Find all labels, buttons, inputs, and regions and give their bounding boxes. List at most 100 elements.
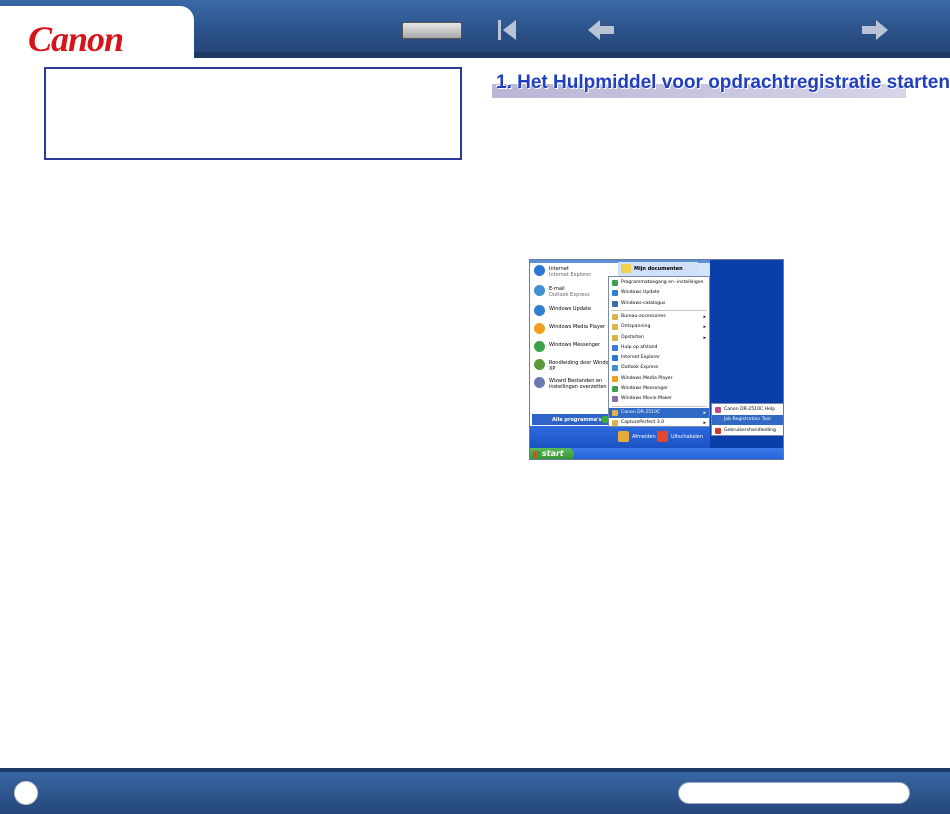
programs-menu-item[interactable]: Hulp op afstand [609, 343, 709, 353]
program-icon [612, 300, 618, 307]
submenu-item[interactable]: Gebruikershandleiding [712, 426, 783, 436]
programs-menu-item-label: Canon DR-2510C [621, 409, 661, 415]
logo-tab: Canon [0, 6, 194, 59]
all-programs-label: Alle programma's [552, 417, 602, 423]
programs-menu-item[interactable]: Windows Movie Maker [609, 394, 709, 404]
my-documents-item[interactable]: Mijn documenten [618, 262, 698, 276]
program-icon [612, 324, 618, 331]
start-menu-item-label: Wizard Bestanden en instellingen overzet… [549, 378, 607, 390]
program-icon [612, 365, 618, 372]
programs-menu-item[interactable]: Internet Explorer [609, 353, 709, 363]
footer-line [0, 768, 950, 772]
menu-separator [611, 405, 707, 407]
start-menu-item-label: Windows Messenger [549, 342, 601, 348]
programs-menu-item[interactable]: Windows Media Player [609, 374, 709, 384]
programs-menu-item[interactable]: Bureau-accessoires ▸ [609, 312, 709, 322]
arrow-right-icon[interactable] [860, 16, 890, 44]
transfer-wizard-icon [534, 377, 545, 388]
programs-menu-item-label: CapturePerfect 3.0 [621, 419, 665, 425]
program-icon [612, 313, 618, 320]
submenu-item-label: Gebruikershandleiding [724, 427, 776, 433]
programs-menu-item-label: Windows Messenger [621, 386, 668, 391]
start-button[interactable]: start [530, 448, 574, 459]
windows-flag-icon [533, 451, 540, 458]
folder-icon [621, 264, 631, 273]
start-menu-item[interactable]: Windows Update [532, 303, 618, 319]
submenu-item[interactable]: Canon DR-2510C Help [712, 405, 783, 415]
program-icon [612, 280, 618, 286]
start-menu-screenshot: Internet Internet Explorer E-mail Outlook E… [529, 259, 784, 460]
submenu-item-icon [715, 407, 721, 413]
programs-menu-item-label: Programmatoegang en -instellingen [621, 280, 704, 285]
programs-menu-item-label: Windows Update [621, 290, 660, 296]
programs-menu-item-label: Outlook Express [621, 365, 659, 371]
footer-pill[interactable] [678, 782, 910, 804]
start-menu-item[interactable]: Windows Messenger [532, 339, 618, 355]
taskbar: start [530, 448, 783, 459]
programs-menu-item-label: Hulp op afstand [621, 344, 658, 350]
program-icon [612, 334, 618, 341]
program-icon [612, 375, 618, 382]
all-programs-button[interactable]: Alle programma's [532, 414, 612, 425]
start-menu-item[interactable]: Rondleiding door Windows XP [532, 357, 618, 373]
submenu-item-icon [715, 427, 721, 434]
program-icon [612, 409, 618, 416]
programs-menu-item[interactable]: CapturePerfect 3.0 ▸ [609, 418, 709, 428]
key-icon [618, 431, 629, 442]
submenu-arrow-icon: ▸ [703, 324, 706, 331]
programs-menu-item-label: Windows-catalogus [621, 300, 666, 306]
submenu-arrow-icon: ▸ [703, 409, 706, 416]
program-icon [612, 396, 618, 403]
start-menu-item[interactable]: Windows Media Player [532, 321, 618, 337]
arrow-left-icon[interactable] [586, 16, 616, 44]
submenu-item-label: Job Registration Tool [724, 417, 771, 423]
programs-menu-item-label: Opstarten [621, 334, 644, 340]
start-menu-item[interactable]: Wizard Bestanden en instellingen overzet… [532, 375, 618, 391]
start-label: start [542, 449, 564, 458]
canon-submenu: Canon DR-2510C Help Job Registration Tool… [711, 403, 783, 436]
start-menu-item-sublabel: Internet Explorer [549, 272, 592, 278]
start-menu-item-label: Rondleiding door Windows XP [549, 360, 616, 372]
note-box [44, 67, 462, 160]
my-documents-label: Mijn documenten [634, 266, 683, 272]
messenger-icon [534, 341, 545, 352]
programs-menu-item-label: Bureau-accessoires [621, 313, 666, 319]
canon-logo: Canon [28, 19, 124, 59]
programs-menu-item[interactable]: Opstarten ▸ [609, 333, 709, 343]
shutdown-label: Uitschakelen [671, 434, 704, 440]
start-menu-item[interactable]: E-mail Outlook Express [532, 283, 618, 299]
page-number-badge [14, 781, 38, 805]
program-icon [612, 386, 618, 392]
submenu-item-label: Canon DR-2510C Help [724, 407, 776, 412]
program-icon [612, 290, 618, 297]
programs-menu-item-label: Internet Explorer [621, 355, 660, 361]
submenu-arrow-icon: ▸ [703, 313, 706, 320]
start-menu-footer: Afmelden Uitschakelen [530, 426, 710, 448]
submenu-item[interactable]: Job Registration Tool [712, 415, 783, 426]
start-menu-item[interactable]: Internet Internet Explorer [532, 263, 618, 279]
submenu-arrow-icon: ▸ [703, 334, 706, 341]
log-off-label: Afmelden [632, 434, 656, 440]
programs-menu-item[interactable]: Canon DR-2510C ▸ [609, 407, 709, 418]
programs-menu-item[interactable]: Windows Update [609, 288, 709, 298]
contents-button[interactable] [402, 22, 462, 39]
section-title: 1. Het Hulpmiddel voor opdrachtregistrat… [496, 72, 950, 93]
programs-menu-item[interactable]: Windows Messenger [609, 384, 709, 394]
program-icon [612, 344, 618, 351]
tour-icon [534, 359, 545, 370]
top-nav-bar: Canon [0, 0, 950, 59]
submenu-arrow-icon: ▸ [703, 419, 706, 426]
programs-menu-item[interactable]: Programmatoegang en -instellingen [609, 278, 709, 288]
programs-menu-item[interactable]: Windows-catalogus [609, 299, 709, 309]
programs-menu-item-label: Ontspanning [621, 324, 651, 330]
internet-explorer-icon [534, 265, 545, 276]
skip-to-first-icon[interactable] [494, 16, 524, 44]
bottom-bar [0, 768, 950, 814]
page: Canon 1. Het Hulpmiddel voor opdrachtreg… [0, 0, 950, 814]
submenu-item-icon [715, 417, 721, 424]
programs-menu-item[interactable]: Ontspanning ▸ [609, 322, 709, 332]
programs-menu-item-label: Windows Media Player [621, 375, 673, 381]
start-menu-item-label: Windows Media Player [549, 324, 606, 330]
programs-menu-item[interactable]: Outlook Express [609, 363, 709, 373]
start-menu-item-sublabel: Outlook Express [549, 292, 590, 298]
